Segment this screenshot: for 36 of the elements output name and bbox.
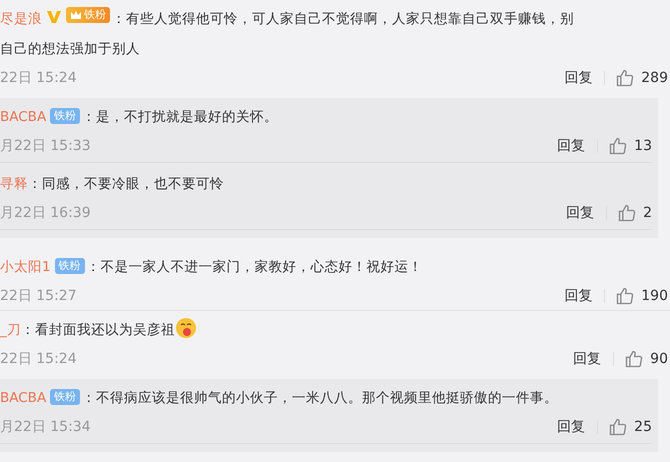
comment-text: ：同感，不要冷眼，也不要可怜 (28, 176, 224, 192)
fan-badge: 铁粉 (66, 7, 110, 23)
reply-link[interactable]: 回复 (564, 289, 606, 303)
reply-link[interactable]: 回复 (564, 71, 606, 85)
thumbs-up-icon (624, 349, 644, 369)
like-button[interactable]: 13 (598, 136, 652, 156)
timestamp: 22日 15:24 (0, 69, 78, 87)
timestamp: 22日 15:24 (0, 350, 78, 368)
like-button[interactable]: 90 (614, 349, 668, 369)
thumbs-up-icon (615, 68, 636, 88)
like-button[interactable]: 289 (605, 68, 668, 88)
timestamp: 月22日 15:34 (0, 418, 92, 436)
timestamp: 月22日 16:39 (0, 204, 92, 222)
timestamp: 22日 15:27 (0, 287, 78, 305)
timestamp: 月22日 15:33 (0, 137, 92, 155)
thumbs-up-icon (608, 136, 628, 156)
comment-text: 自己的想法强加于别人 (0, 41, 140, 57)
thumbs-up-icon (617, 203, 638, 223)
comment-text: ：不得病应该是很帅气的小伙子，一米八八。那个视频里他挺骄傲的一件事。 (82, 390, 558, 406)
like-button[interactable]: 190 (605, 286, 668, 306)
like-button[interactable]: 25 (598, 417, 652, 437)
crown-icon (70, 9, 82, 21)
like-button[interactable]: 2 (607, 203, 652, 223)
reply-link[interactable]: 回复 (557, 139, 598, 153)
fan-badge: 铁粉 (50, 108, 80, 124)
comment-text: ：看封面我还以为吴彦祖 (20, 322, 175, 338)
reply-link[interactable]: 回复 (566, 206, 608, 220)
fan-badge: 铁粉 (50, 389, 80, 405)
thumbs-up-icon (615, 286, 636, 306)
fan-badge: 铁粉 (54, 258, 85, 274)
comment-text: ：不是一家人不进一家门，家教好，心态好！祝好运！ (86, 259, 423, 275)
comment-text: ：有些人觉得他可怜，可人家自己不觉得啊，人家只想靠自己双手赚钱，别 (112, 11, 574, 27)
reply-link[interactable]: 回复 (573, 352, 614, 366)
comment-text: ：是，不打扰就是最好的关怀。 (82, 109, 278, 125)
thumbs-up-icon (608, 417, 628, 437)
reply-link[interactable]: 回复 (557, 420, 598, 434)
